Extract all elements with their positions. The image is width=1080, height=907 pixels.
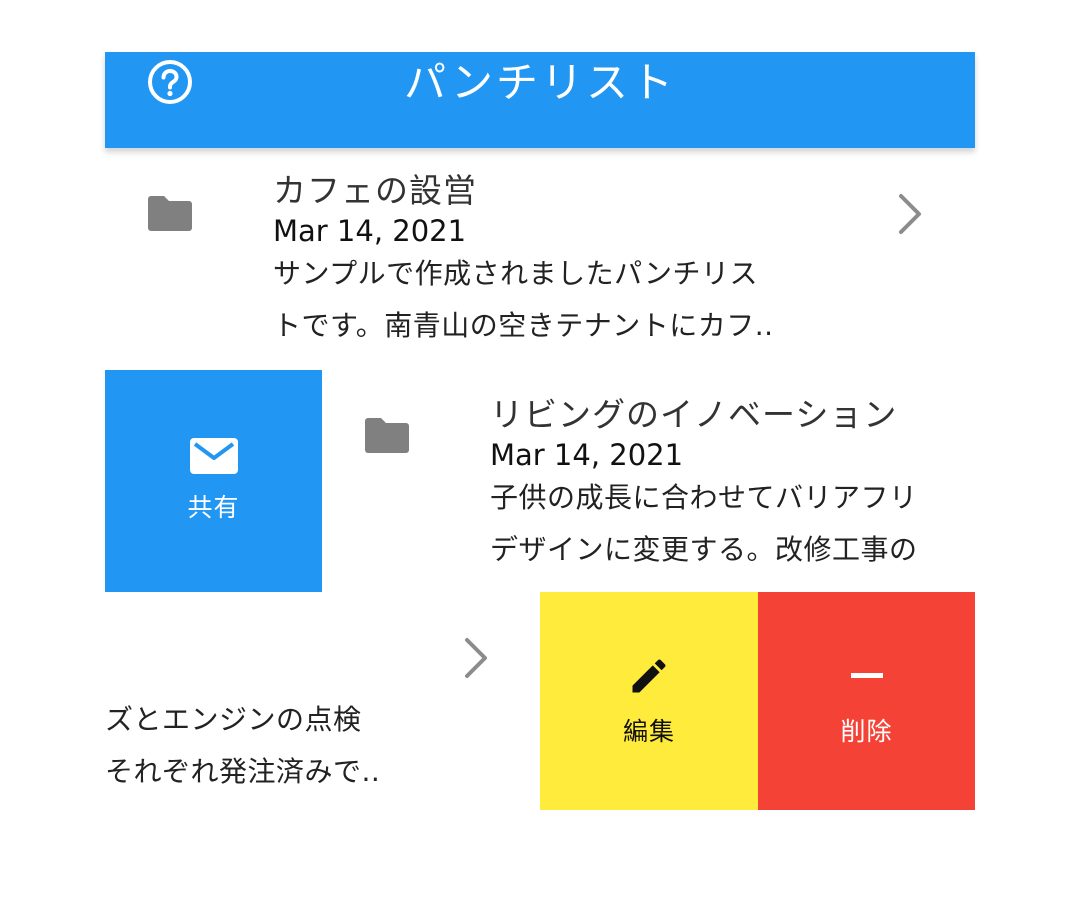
item-title: カフェの設営 (273, 171, 477, 210)
list-item-content: ズとエンジンの点検 それぞれ発注済みで.. (105, 592, 540, 810)
folder-icon (365, 418, 409, 453)
app-screen: パンチリスト カフェの設営 Mar 14, 2021 サンプルで作成されましたパ… (0, 0, 1080, 907)
delete-label: 削除 (840, 717, 893, 746)
item-date: Mar 14, 2021 (490, 438, 684, 472)
edit-label: 編集 (622, 717, 675, 746)
chevron-right-icon (899, 194, 921, 234)
item-description: 子供の成長に合わせてバリアフリ デザインに変更する。改修工事の (490, 481, 918, 566)
item-description: ズとエンジンの点検 それぞれ発注済みで.. (105, 703, 381, 788)
pencil-icon (632, 659, 666, 693)
item-date: Mar 14, 2021 (273, 214, 467, 248)
edit-button[interactable]: 編集 (540, 592, 758, 810)
app-header: パンチリスト (105, 52, 975, 148)
share-button[interactable]: 共有 (105, 370, 322, 592)
mail-icon (189, 438, 238, 474)
item-description: サンプルで作成されましたパンチリス トです。南青山の空きテナントにカフ.. (273, 257, 774, 342)
list-item-content: リビングのイノベーション Mar 14, 2021 子供の成長に合わせてバリアフ… (322, 370, 975, 592)
delete-button[interactable]: 削除 (758, 592, 975, 810)
list-item-swiped-right[interactable]: 共有 リビングのイノベーション Mar 14, 2021 子供の成長に合わせてバ… (105, 370, 975, 592)
minus-icon (850, 673, 883, 678)
list-item-swiped-left[interactable]: ズとエンジンの点検 それぞれ発注済みで.. 編集 削除 (105, 592, 975, 810)
list-item[interactable]: カフェの設営 Mar 14, 2021 サンプルで作成されましたパンチリス トで… (105, 148, 975, 370)
page-title: パンチリスト (403, 58, 677, 107)
folder-icon (148, 196, 192, 231)
share-label: 共有 (187, 493, 240, 522)
item-title: リビングのイノベーション (490, 395, 898, 434)
chevron-right-icon (465, 638, 487, 678)
